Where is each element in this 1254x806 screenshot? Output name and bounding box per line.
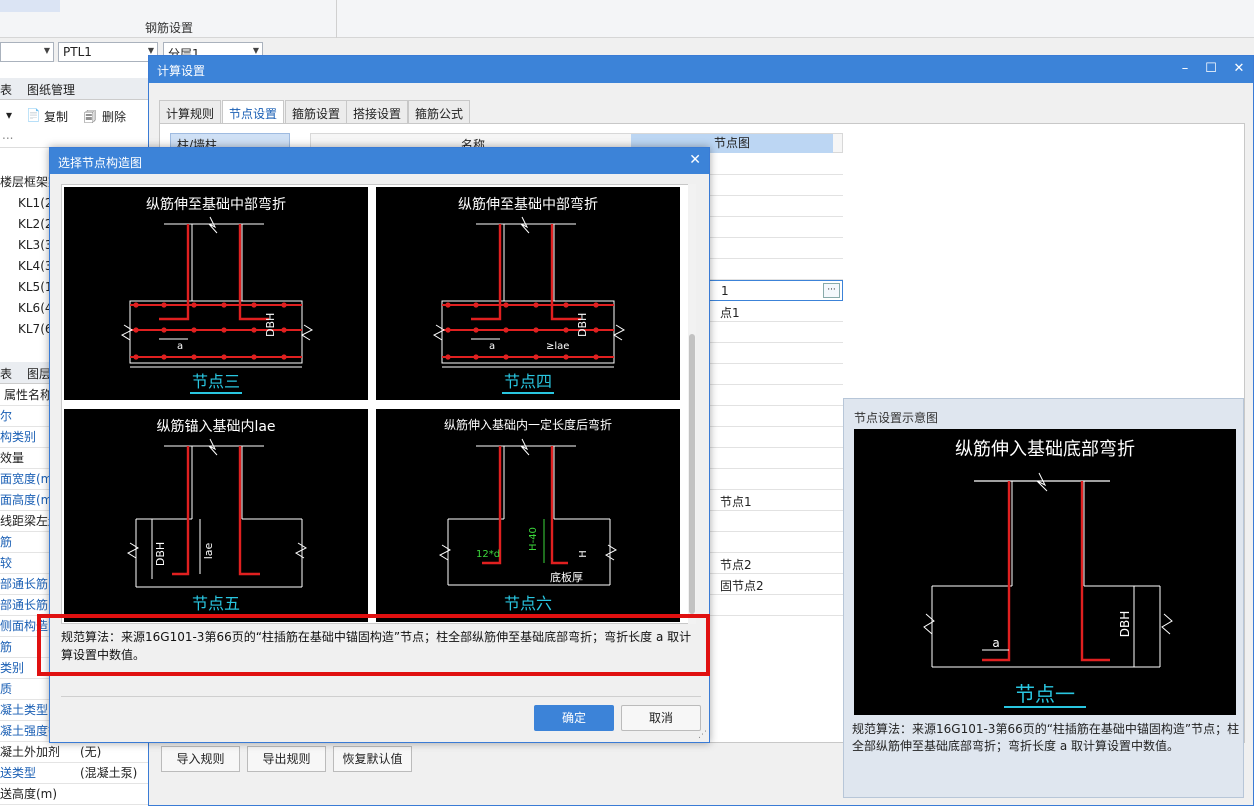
svg-text:DBH: DBH	[154, 542, 167, 566]
ribbon-bar: 钢筋设置	[0, 0, 1254, 38]
highlight-annotation-box	[37, 614, 710, 676]
category-combo[interactable]: ▼	[0, 42, 54, 62]
chevron-down-icon: ▼	[147, 46, 154, 55]
node-option-title: 纵筋伸至基础中部弯折	[146, 196, 286, 213]
left-panel-tabs: 表 图纸管理	[0, 78, 150, 100]
node-option-4[interactable]: 纵筋伸至基础中部弯折 a ≥lae DBH 节点四	[376, 187, 680, 400]
search-input[interactable]: ...	[0, 128, 150, 148]
import-rules-button[interactable]: 导入规则	[161, 746, 240, 772]
node-grid-cell: 1	[721, 284, 729, 298]
svg-text:H-40: H-40	[528, 527, 539, 551]
svg-text:a: a	[489, 341, 495, 352]
property-name: 送高度(m)	[0, 787, 58, 801]
copy-button[interactable]: 复制	[44, 108, 68, 125]
property-value: (无)	[80, 745, 102, 759]
window-title: 计算设置	[157, 64, 206, 78]
dropdown-icon[interactable]: ▾	[6, 108, 12, 122]
tab-drawing-management[interactable]: 图纸管理	[27, 81, 75, 98]
node-option-grid: 纵筋伸至基础中部弯折 a DBH 节点三 纵筋伸至基础中部弯折 a ≥lae D…	[61, 184, 695, 624]
preview-description: 规范算法：来源16G101-3第66页的“柱插筋在基础中锚固构造”节点；柱全部纵…	[852, 722, 1240, 753]
svg-text:a: a	[992, 636, 999, 650]
node-grid-cell: 节点2	[720, 558, 752, 572]
ribbon-section-label: 钢筋设置	[145, 21, 194, 35]
restore-defaults-button[interactable]: 恢复默认值	[333, 746, 412, 772]
dialog-title: 选择节点构造图	[58, 156, 143, 170]
scrollbar-thumb[interactable]	[689, 334, 695, 614]
node-option-5[interactable]: 纵筋锚入基础内lae DBH lae 节点五	[64, 409, 368, 622]
node-option-label: 节点四	[504, 372, 552, 391]
node-option-title: 纵筋锚入基础内lae	[156, 418, 275, 435]
svg-text:lae: lae	[202, 542, 215, 559]
delete-icon: 🗐	[84, 110, 96, 124]
copy-icon: 📄	[26, 108, 41, 122]
preview-title: 节点设置示意图	[854, 411, 939, 425]
minimize-icon[interactable]: –	[1175, 59, 1195, 79]
tab-stirrup-formula[interactable]: 箍筋公式	[408, 100, 471, 124]
chevron-down-icon: ▼	[252, 46, 259, 55]
svg-text:底板厚: 底板厚	[550, 570, 583, 584]
node-grid-cell: 固节点2	[720, 579, 764, 593]
diagram-title: 纵筋伸入基础底部弯折	[955, 439, 1135, 460]
node-option-label: 节点六	[504, 594, 552, 613]
svg-text:DBH: DBH	[1118, 611, 1132, 638]
node-grid-cell: 节点1	[720, 495, 752, 509]
svg-text:12*d: 12*d	[476, 549, 500, 560]
left-toolbar: ▾ 📄 复制 🗐 删除	[0, 104, 150, 126]
node-diagram-svg: 纵筋伸入基础底部弯折 a DBH 节点一	[923, 439, 1173, 708]
export-rules-button[interactable]: 导出规则	[247, 746, 326, 772]
tab-layers[interactable]: 图层	[27, 365, 51, 382]
svg-text:a: a	[177, 341, 183, 352]
component-combo[interactable]: PTL1 ▼	[58, 42, 158, 62]
svg-text:H: H	[578, 550, 589, 558]
node-grid-cell: 点1	[720, 306, 740, 320]
close-icon[interactable]: ✕	[689, 152, 701, 168]
node-label: 节点一	[1015, 682, 1075, 706]
tab-table[interactable]: 表	[0, 81, 12, 98]
node-option-3[interactable]: 纵筋伸至基础中部弯折 a DBH 节点三	[64, 187, 368, 400]
tab-lap-settings[interactable]: 搭接设置	[346, 100, 409, 124]
ribbon-thumb	[0, 0, 60, 12]
scrollbar[interactable]	[688, 184, 696, 624]
tab-stirrup-settings[interactable]: 箍筋设置	[285, 100, 348, 124]
property-name: 送类型	[0, 766, 37, 780]
property-value: (混凝土泵)	[80, 766, 138, 780]
resize-grip-icon[interactable]: ⋰	[698, 730, 707, 740]
component-combo-value: PTL1	[63, 45, 92, 59]
chevron-down-icon: ▼	[43, 46, 50, 55]
tab-node-settings[interactable]: 节点设置	[222, 100, 285, 124]
tab-properties[interactable]: 表	[0, 365, 12, 382]
node-option-title: 纵筋伸入基础内一定长度后弯折	[444, 417, 612, 432]
node-option-6[interactable]: 纵筋伸入基础内一定长度后弯折 12*d H-40 H 底板厚 节点六	[376, 409, 680, 622]
node-option-title: 纵筋伸至基础中部弯折	[458, 196, 598, 213]
node-option-label: 节点三	[192, 372, 240, 391]
ellipsis-button[interactable]: ···	[823, 283, 840, 298]
maximize-icon[interactable]: ☐	[1201, 59, 1221, 79]
svg-text:≥lae: ≥lae	[546, 341, 569, 352]
property-name: 凝土外加剂	[0, 745, 61, 759]
ribbon-divider	[336, 0, 337, 38]
calc-settings-titlebar: 计算设置 – ☐ ✕	[149, 56, 1253, 83]
node-diagram-preview: 纵筋伸入基础底部弯折 a DBH 节点一	[854, 429, 1236, 715]
divider	[61, 696, 701, 697]
select-node-titlebar: 选择节点构造图 ✕	[50, 148, 709, 174]
delete-button[interactable]: 删除	[102, 108, 126, 125]
close-icon[interactable]: ✕	[1229, 59, 1249, 79]
node-option-label: 节点五	[192, 594, 240, 613]
tab-calc-rules[interactable]: 计算规则	[159, 100, 222, 124]
node-preview-panel: 节点设置示意图 纵筋伸入基础底部弯折 a DBH 节点一 规范算法：来源16G1…	[843, 398, 1244, 798]
ok-button[interactable]: 确定	[534, 705, 614, 731]
svg-text:DBH: DBH	[264, 313, 277, 337]
svg-text:DBH: DBH	[576, 313, 589, 337]
cancel-button[interactable]: 取消	[621, 705, 701, 731]
